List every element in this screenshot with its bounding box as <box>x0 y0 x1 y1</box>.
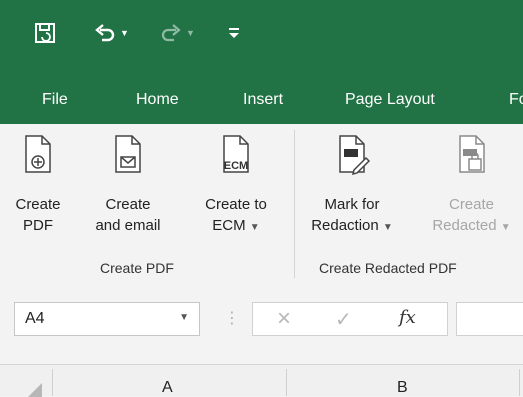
column-separator <box>52 369 53 396</box>
undo-dropdown-icon[interactable]: ▼ <box>120 28 129 38</box>
insert-function-icon[interactable]: fx <box>399 307 416 328</box>
mark-redaction-label-2: Redaction <box>311 217 379 234</box>
cancel-icon[interactable]: × <box>277 305 291 333</box>
formula-bar: A4 ▼ ⋮ × ✓ fx <box>0 284 523 354</box>
ribbon-tabs: File Home Insert Page Layout Fo <box>0 78 523 124</box>
column-separator[interactable] <box>286 369 287 396</box>
group-divider <box>294 130 295 278</box>
create-pdf-button[interactable]: Create PDF <box>6 132 70 236</box>
create-to-ecm-button[interactable]: ECM Create to ECM ▼ <box>190 132 282 238</box>
formula-tools: × ✓ fx <box>252 302 448 336</box>
create-redacted-label-1: Create <box>448 196 495 213</box>
tab-home[interactable]: Home <box>136 91 179 109</box>
formula-input[interactable] <box>456 302 523 336</box>
tab-page-layout[interactable]: Page Layout <box>345 91 435 109</box>
ribbon: Create PDF Create and email ECM Create t… <box>0 124 523 285</box>
redo-icon[interactable] <box>160 22 182 44</box>
create-email-label-2: and email <box>95 217 161 234</box>
title-bar: ▼ ▼ <box>0 0 523 78</box>
customize-qat-icon[interactable] <box>227 26 241 40</box>
mark-for-redaction-button[interactable]: Mark for Redaction ▼ <box>300 132 404 238</box>
create-redacted-button[interactable]: Create Redacted ▼ <box>420 132 523 238</box>
tab-formulas[interactable]: Fo <box>509 91 523 109</box>
create-ecm-label-2: ECM <box>212 217 246 234</box>
name-box-value: A4 <box>25 310 45 327</box>
create-redacted-label-2: Redacted <box>432 217 497 234</box>
tab-insert[interactable]: Insert <box>243 91 283 109</box>
ecm-icon-text: ECM <box>224 160 248 172</box>
create-pdf-group-label: Create PDF <box>100 260 174 276</box>
name-box-dropdown-icon[interactable]: ▼ <box>179 312 189 323</box>
create-ecm-icon: ECM <box>190 132 282 184</box>
column-header-a[interactable]: A <box>162 379 173 397</box>
ecm-dropdown-icon[interactable]: ▼ <box>250 222 260 233</box>
undo-icon[interactable] <box>94 22 116 44</box>
mark-redaction-label-1: Mark for <box>324 196 380 213</box>
column-headers: A B <box>0 364 523 397</box>
mark-redaction-icon <box>300 132 404 184</box>
column-separator[interactable] <box>519 369 520 396</box>
formula-bar-grip-icon[interactable]: ⋮ <box>224 308 240 328</box>
create-pdf-icon <box>6 132 70 184</box>
name-box[interactable]: A4 ▼ <box>14 302 200 336</box>
create-redacted-group-label: Create Redacted PDF <box>319 260 457 276</box>
create-redacted-dropdown-icon[interactable]: ▼ <box>501 222 511 233</box>
create-and-email-button[interactable]: Create and email <box>86 132 170 236</box>
create-pdf-label-2: PDF <box>23 217 53 234</box>
create-ecm-label-1: Create to <box>205 196 267 213</box>
save-icon[interactable] <box>34 22 56 44</box>
create-email-icon <box>86 132 170 184</box>
redo-dropdown-icon[interactable]: ▼ <box>186 28 195 38</box>
create-redacted-icon <box>420 132 523 184</box>
create-pdf-label-1: Create <box>15 196 61 213</box>
mark-redaction-dropdown-icon[interactable]: ▼ <box>383 222 393 233</box>
column-header-b[interactable]: B <box>397 379 408 397</box>
create-email-label-1: Create <box>105 196 151 213</box>
tab-file[interactable]: File <box>42 91 68 109</box>
enter-icon[interactable]: ✓ <box>335 307 352 332</box>
